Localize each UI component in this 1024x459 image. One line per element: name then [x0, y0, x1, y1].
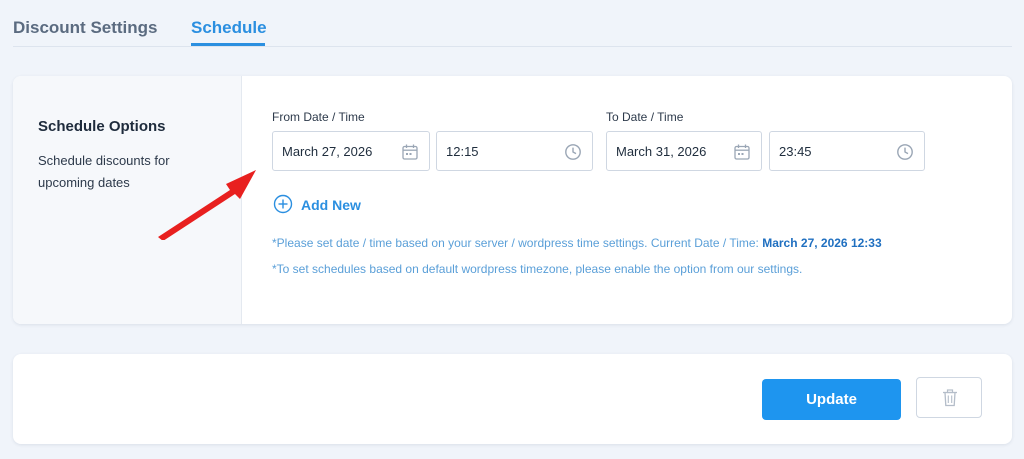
- from-date-time-label: From Date / Time: [272, 110, 365, 124]
- active-tab-indicator: [191, 43, 265, 46]
- from-time-input[interactable]: 12:15: [436, 131, 593, 171]
- from-date-input[interactable]: March 27, 2026: [272, 131, 430, 171]
- calendar-icon[interactable]: [733, 143, 751, 161]
- update-button[interactable]: Update: [762, 379, 901, 420]
- tab-discount-settings[interactable]: Discount Settings: [13, 18, 158, 38]
- clock-icon[interactable]: [564, 143, 582, 161]
- section-title: Schedule Options: [38, 118, 166, 135]
- timezone-note: *Please set date / time based on your se…: [272, 236, 882, 250]
- timezone-note-text: *Please set date / time based on your se…: [272, 236, 763, 250]
- tab-bar: Discount Settings Schedule: [13, 0, 1012, 47]
- tab-schedule[interactable]: Schedule: [191, 18, 267, 38]
- from-time-value: 12:15: [446, 144, 479, 159]
- add-new-label: Add New: [301, 197, 361, 213]
- red-pointer-arrow: [158, 170, 256, 240]
- current-date-time: March 27, 2026 12:33: [762, 236, 882, 250]
- to-date-time-label: To Date / Time: [606, 110, 684, 124]
- calendar-icon[interactable]: [401, 143, 419, 161]
- to-date-value: March 31, 2026: [616, 144, 707, 159]
- delete-button[interactable]: [916, 377, 982, 418]
- to-date-input[interactable]: March 31, 2026: [606, 131, 762, 171]
- to-time-value: 23:45: [779, 144, 812, 159]
- trash-icon: [943, 389, 957, 407]
- actions-card: Update: [13, 354, 1012, 444]
- wordpress-timezone-note: *To set schedules based on default wordp…: [272, 262, 803, 276]
- from-date-value: March 27, 2026: [282, 144, 373, 159]
- to-time-input[interactable]: 23:45: [769, 131, 925, 171]
- plus-circle-icon: [273, 194, 293, 214]
- clock-icon[interactable]: [896, 143, 914, 161]
